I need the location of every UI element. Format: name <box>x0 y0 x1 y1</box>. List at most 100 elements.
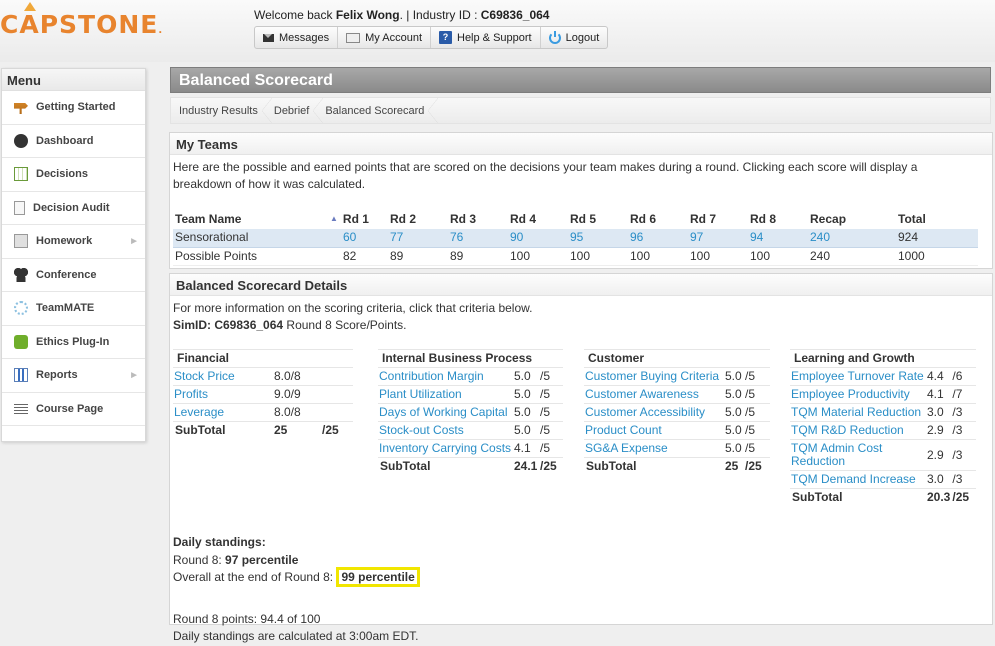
col-total[interactable]: Total <box>896 209 978 229</box>
score-rd1-link[interactable]: 60 <box>343 230 356 244</box>
score-rd6-link[interactable]: 96 <box>630 230 643 244</box>
chevron-right-icon: ► <box>129 235 139 247</box>
score-rd2-link[interactable]: 77 <box>390 230 403 244</box>
dashboard-icon <box>14 133 28 148</box>
criteria-profits-link[interactable]: Profits <box>174 387 208 401</box>
score-recap-link[interactable]: 240 <box>810 230 830 244</box>
col-rd4[interactable]: Rd 4 <box>508 209 568 229</box>
sidebar-item-teammate[interactable]: TeamMATE <box>2 292 145 326</box>
criteria-customer-accessibility-link[interactable]: Customer Accessibility <box>585 405 705 419</box>
subtotal-row: SubTotal 20.3/25 <box>790 489 976 507</box>
breadcrumb: Industry Results Debrief Balanced Scorec… <box>170 97 991 124</box>
help-support-button[interactable]: ? Help & Support <box>431 27 541 48</box>
col-rd1[interactable]: ▲ Rd 1 <box>328 209 388 229</box>
criteria-employee-productivity-link[interactable]: Employee Productivity <box>791 387 910 401</box>
my-teams-description: Here are the possible and earned points … <box>173 160 918 191</box>
criteria-employee-turnover-link[interactable]: Employee Turnover Rate <box>791 369 924 383</box>
logout-button[interactable]: Logout <box>541 27 608 48</box>
list-item: Product Count 5.0 /5 <box>584 421 770 440</box>
score-rd4-link[interactable]: 90 <box>510 230 523 244</box>
sidebar-item-decision-audit[interactable]: Decision Audit <box>2 192 145 225</box>
subtotal-label: SubTotal <box>792 490 843 505</box>
score-rd3-link[interactable]: 76 <box>450 230 463 244</box>
criteria-score: 4.4 <box>926 367 952 386</box>
criteria-inventory-carrying-costs-link[interactable]: Inventory Carrying Costs <box>379 441 511 455</box>
criteria-customer-buying-criteria-link[interactable]: Customer Buying Criteria <box>585 369 719 383</box>
score-rd5-link[interactable]: 95 <box>570 230 583 244</box>
list-item: Customer Buying Criteria 5.0 /5 <box>584 367 770 386</box>
sidebar-item-reports[interactable]: Reports ► <box>2 359 145 393</box>
criteria-stock-price-link[interactable]: Stock Price <box>174 369 235 383</box>
sidebar-item-label: Course Page <box>36 402 104 415</box>
sidebar-item-ethics-plug-in[interactable]: Ethics Plug-In <box>2 326 145 359</box>
possible-rd7: 100 <box>688 247 748 266</box>
criteria-customer-awareness-link[interactable]: Customer Awareness <box>585 387 699 401</box>
criteria-tqm-material-link[interactable]: TQM Material Reduction <box>791 405 921 419</box>
criteria-max: /7 <box>951 385 976 404</box>
subtotal-max: /25 <box>540 459 557 474</box>
criteria-score: 9.0/9 <box>273 385 353 404</box>
criteria-leverage-link[interactable]: Leverage <box>174 405 224 419</box>
col-recap[interactable]: Recap <box>808 209 896 229</box>
subtotal-row: SubTotal 25/25 <box>173 422 353 440</box>
col-rd8[interactable]: Rd 8 <box>748 209 808 229</box>
sidebar-item-label: Dashboard <box>36 134 94 147</box>
my-account-button[interactable]: My Account <box>338 27 431 48</box>
criteria-days-working-capital-link[interactable]: Days of Working Capital <box>379 405 508 419</box>
sidebar-item-label: Homework <box>36 235 93 248</box>
col-team-name[interactable]: Team Name <box>173 209 328 229</box>
list-item: TQM R&D Reduction 2.9/3 <box>790 421 976 440</box>
score-rd8-link[interactable]: 94 <box>750 230 763 244</box>
category-heading: Learning and Growth <box>790 349 976 368</box>
criteria-tqm-admin-link[interactable]: TQM Admin Cost Reduction <box>791 442 891 468</box>
top-header: CAPSTONE. Welcome back Felix Wong. | Ind… <box>0 0 995 62</box>
spreadsheet-icon <box>14 167 28 182</box>
possible-rd2: 89 <box>388 247 448 266</box>
sidebar-item-dashboard[interactable]: Dashboard <box>2 125 145 158</box>
criteria-max: /5 <box>539 421 563 440</box>
possible-total: 1000 <box>896 247 978 266</box>
subtotal-row: SubTotal 24.1/25 <box>378 458 563 476</box>
criteria-tqm-rd-link[interactable]: TQM R&D Reduction <box>791 423 904 437</box>
document-icon <box>14 200 25 215</box>
criteria-sga-expense-link[interactable]: SG&A Expense <box>585 441 668 455</box>
criteria-contribution-margin-link[interactable]: Contribution Margin <box>379 369 484 383</box>
logout-label: Logout <box>565 31 600 44</box>
subtotal-value: 20.3 <box>927 490 951 505</box>
breadcrumb-industry-results[interactable]: Industry Results <box>171 98 272 123</box>
sidebar-item-getting-started[interactable]: Getting Started <box>2 91 145 125</box>
sidebar-item-decisions[interactable]: Decisions <box>2 158 145 192</box>
criteria-tqm-demand-link[interactable]: TQM Demand Increase <box>791 472 916 486</box>
teammate-icon <box>14 301 28 316</box>
sidebar-item-homework[interactable]: Homework ► <box>2 225 145 259</box>
list-item: Customer Accessibility 5.0 /5 <box>584 403 770 422</box>
col-rd7[interactable]: Rd 7 <box>688 209 748 229</box>
capstone-logo[interactable]: CAPSTONE. <box>0 2 163 42</box>
power-icon <box>548 30 561 44</box>
my-teams-panel: My Teams Here are the possible and earne… <box>169 132 993 269</box>
list-item: Stock Price 8.0/8 <box>173 367 353 386</box>
sidebar-item-label: Decision Audit <box>33 201 110 214</box>
criteria-plant-utilization-link[interactable]: Plant Utilization <box>379 387 462 401</box>
category-internal-business-process: Internal Business Process Contribution M… <box>378 349 563 476</box>
score-rd7-link[interactable]: 97 <box>690 230 703 244</box>
criteria-product-count-link[interactable]: Product Count <box>585 423 662 437</box>
breadcrumb-debrief[interactable]: Debrief <box>266 98 324 123</box>
col-rd6[interactable]: Rd 6 <box>628 209 688 229</box>
messages-button[interactable]: Messages <box>255 27 339 48</box>
header-nav: Messages My Account ? Help & Support Logo… <box>254 26 609 49</box>
list-item: TQM Admin Cost Reduction 2.9/3 <box>790 439 976 471</box>
criteria-score: 5.0 <box>513 403 539 422</box>
sidebar-item-label: Ethics Plug-In <box>36 335 110 348</box>
col-rd5[interactable]: Rd 5 <box>568 209 628 229</box>
list-item: Days of Working Capital 5.0/5 <box>378 403 563 422</box>
sidebar-item-course-page[interactable]: Course Page <box>2 393 145 426</box>
criteria-stock-out-costs-link[interactable]: Stock-out Costs <box>379 423 464 437</box>
col-rd3[interactable]: Rd 3 <box>448 209 508 229</box>
col-rd2[interactable]: Rd 2 <box>388 209 448 229</box>
criteria-max: /3 <box>951 439 976 471</box>
details-intro: For more information on the scoring crit… <box>173 301 533 315</box>
criteria-score: 5.0 <box>513 367 539 386</box>
sidebar-item-conference[interactable]: Conference <box>2 259 145 292</box>
breadcrumb-balanced-scorecard[interactable]: Balanced Scorecard <box>317 98 439 123</box>
